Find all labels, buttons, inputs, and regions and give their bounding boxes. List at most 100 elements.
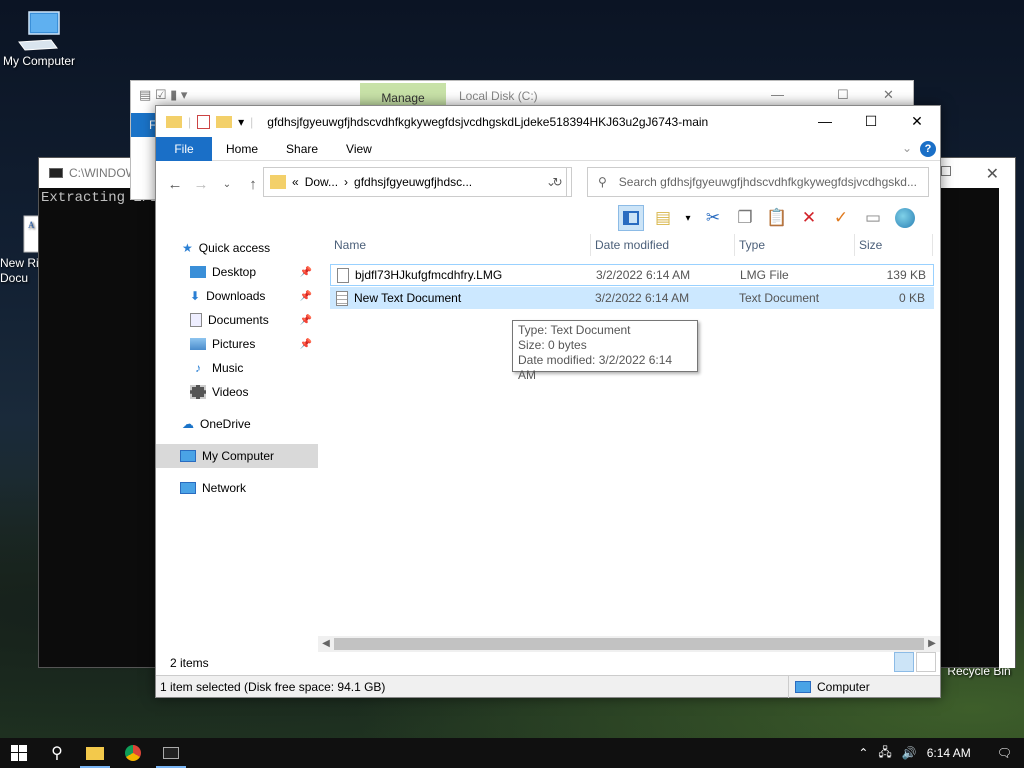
nav-documents[interactable]: Documents 📌 xyxy=(156,308,318,332)
maximize-button[interactable]: ☐ xyxy=(848,106,894,136)
desktop-icon-label: My Computer xyxy=(2,54,76,68)
console-maximize-button[interactable] xyxy=(941,166,951,176)
notifications-icon[interactable]: 🗨 xyxy=(997,746,1012,760)
separator: | xyxy=(188,114,192,129)
console-close-button[interactable]: ✕ xyxy=(986,164,999,184)
back-button[interactable]: ← xyxy=(164,176,186,193)
search-box[interactable]: ⚲ Search gfdhsjfgyeuwgfjhdscvdhfkgkywegf… xyxy=(587,167,929,197)
paste-shortcut-icon[interactable]: ▤ xyxy=(650,205,676,231)
nav-downloads[interactable]: ⬇ Downloads 📌 xyxy=(156,284,318,308)
search-button[interactable]: ⚲ xyxy=(38,738,76,768)
details-view-button[interactable] xyxy=(894,652,914,672)
clock[interactable]: 6:14 AM xyxy=(927,746,971,760)
nav-videos[interactable]: Videos xyxy=(156,380,318,404)
nav-pictures[interactable]: Pictures 📌 xyxy=(156,332,318,356)
copy-icon[interactable]: ❐ xyxy=(732,205,758,231)
up-button[interactable]: ↑ xyxy=(242,176,264,193)
network-icon xyxy=(180,482,196,494)
refresh-button[interactable]: ↻ xyxy=(544,167,572,197)
nav-desktop[interactable]: Desktop 📌 xyxy=(156,260,318,284)
nav-label: Videos xyxy=(212,385,249,399)
desktop-icon-my-computer[interactable]: My Computer xyxy=(0,10,78,68)
dropdown-icon[interactable]: ▾ xyxy=(682,205,694,231)
tab-share[interactable]: Share xyxy=(272,137,332,161)
network-icon[interactable]: 🖧 xyxy=(878,743,891,764)
properties-icon[interactable] xyxy=(197,114,211,129)
taskbar-console[interactable] xyxy=(152,738,190,768)
nav-label: Documents xyxy=(208,313,269,327)
chevron-right-icon[interactable]: › xyxy=(344,175,348,189)
file-name: bjdfl73HJkufgfmcdhfry.LMG xyxy=(355,268,503,282)
nav-music[interactable]: ♪ Music xyxy=(156,356,318,380)
new-folder-icon[interactable] xyxy=(216,115,233,128)
scroll-right-icon[interactable]: ▶ xyxy=(924,636,940,652)
explorer-window[interactable]: | ▾ | gfdhsjfgyeuwgfjhdscvdhfkgkywegfdsj… xyxy=(155,105,941,698)
address-bar[interactable]: « Dow... › gfdhsjfgyeuwgfjhdsc... ⌄ xyxy=(263,167,567,197)
table-row[interactable]: bjdfl73HJkufgfmcdhfry.LMG 3/2/2022 6:14 … xyxy=(330,264,934,286)
help-icon[interactable]: ? xyxy=(920,141,936,157)
star-icon: ★ xyxy=(182,241,193,255)
command-toolbar: ▤ ▾ ✂ ❐ 📋 ✕ ✓ ▭ xyxy=(618,204,918,232)
scroll-left-icon[interactable]: ◀ xyxy=(318,636,334,652)
globe-icon[interactable] xyxy=(892,205,918,231)
breadcrumb-folder[interactable]: gfdhsjfgyeuwgfjhdsc... xyxy=(354,175,472,189)
start-button[interactable] xyxy=(0,738,38,768)
pin-icon[interactable]: 📌 xyxy=(300,339,312,350)
scrollbar-thumb[interactable] xyxy=(334,638,924,650)
minimize-button[interactable]: — xyxy=(802,106,848,136)
separator: | xyxy=(250,114,254,129)
volume-icon[interactable]: 🔊 xyxy=(902,746,917,760)
forward-button[interactable]: → xyxy=(190,176,212,193)
close-button[interactable]: ✕ xyxy=(894,106,940,136)
column-name[interactable]: Name xyxy=(330,234,591,256)
nav-quick-access[interactable]: ★ Quick access xyxy=(156,236,318,260)
background-close-button[interactable]: ✕ xyxy=(883,87,894,103)
background-maximize-button[interactable]: ☐ xyxy=(837,87,849,103)
taskbar-file-explorer[interactable] xyxy=(76,738,114,768)
horizontal-scrollbar[interactable]: ◀ ▶ xyxy=(318,636,940,652)
file-tooltip: Type: Text Document Size: 0 bytes Date m… xyxy=(512,320,698,382)
column-date-modified[interactable]: Date modified xyxy=(591,234,735,256)
large-icons-view-button[interactable] xyxy=(916,652,936,672)
tab-file[interactable]: File xyxy=(156,136,212,161)
pin-icon[interactable]: 📌 xyxy=(300,315,312,326)
table-row[interactable]: New Text Document 3/2/2022 6:14 AM Text … xyxy=(330,287,934,309)
background-file-tab[interactable]: F xyxy=(131,113,157,137)
expand-ribbon-icon[interactable]: ⌄ xyxy=(902,141,912,155)
paste-icon[interactable]: 📋 xyxy=(764,205,790,231)
svg-text:A: A xyxy=(28,220,35,230)
pin-icon[interactable]: 📌 xyxy=(300,267,312,278)
recent-locations-button[interactable]: ⌄ xyxy=(216,179,238,190)
preview-pane-icon[interactable] xyxy=(618,205,644,231)
tab-home[interactable]: Home xyxy=(212,137,272,161)
search-input[interactable]: Search gfdhsjfgyeuwgfjhdscvdhfkgkywegfds… xyxy=(619,175,917,189)
rename-icon[interactable]: ✓ xyxy=(828,205,854,231)
properties-icon[interactable]: ▭ xyxy=(860,205,886,231)
desktop-icon-new-rich-text[interactable]: A New Ri Docu xyxy=(0,214,41,286)
nav-onedrive[interactable]: ☁ OneDrive xyxy=(156,412,318,436)
download-arrow-icon: ⬇ xyxy=(190,289,201,303)
chevron-up-icon[interactable]: ⌃ xyxy=(858,746,868,760)
customize-toolbar-icon[interactable]: ▾ xyxy=(238,115,244,129)
cut-icon[interactable]: ✂ xyxy=(700,205,726,231)
film-icon xyxy=(190,385,206,399)
delete-icon[interactable]: ✕ xyxy=(796,205,822,231)
background-minimize-button[interactable]: — xyxy=(771,87,784,102)
breadcrumb-downloads[interactable]: Dow... xyxy=(305,175,338,189)
address-overflow[interactable]: « xyxy=(292,175,299,189)
computer-icon xyxy=(180,450,196,462)
console-scrollbar[interactable] xyxy=(999,188,1015,668)
text-file-icon xyxy=(336,290,348,306)
nav-network[interactable]: Network xyxy=(156,476,318,500)
nav-my-computer[interactable]: My Computer xyxy=(156,444,318,468)
column-size[interactable]: Size xyxy=(855,234,933,256)
tooltip-date: Date modified: 3/2/2022 6:14 AM xyxy=(518,353,673,382)
taskbar-chrome[interactable] xyxy=(114,738,152,768)
pin-icon[interactable]: 📌 xyxy=(300,291,312,302)
file-date: 3/2/2022 6:14 AM xyxy=(596,268,691,282)
nav-label: OneDrive xyxy=(200,417,251,431)
search-icon: ⚲ xyxy=(51,745,63,762)
tab-view[interactable]: View xyxy=(332,137,386,161)
nav-label: Pictures xyxy=(212,337,256,351)
column-type[interactable]: Type xyxy=(735,234,855,256)
